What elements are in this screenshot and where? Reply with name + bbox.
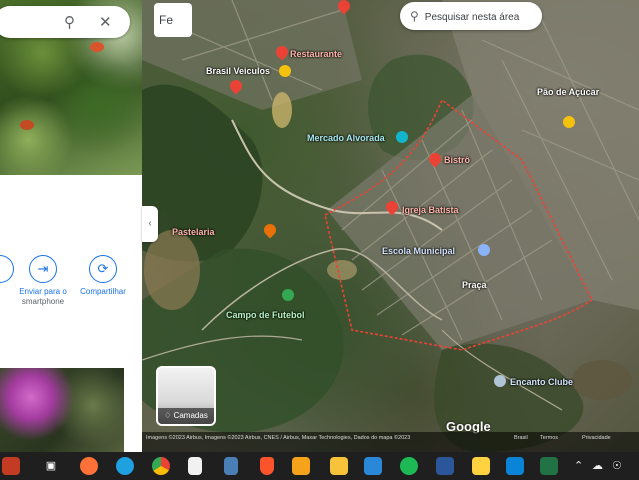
file-explorer-icon[interactable]	[330, 457, 348, 475]
soccer-field-pin[interactable]	[282, 289, 294, 301]
partial-action[interactable]: o	[0, 255, 14, 297]
chevron-left-icon: ‹	[148, 218, 152, 229]
paint-icon[interactable]	[292, 457, 310, 475]
flower-shape	[20, 120, 34, 130]
club-pin[interactable]	[494, 375, 506, 387]
flower-shape	[90, 42, 104, 52]
firefox-icon[interactable]	[80, 457, 98, 475]
spotify-icon[interactable]	[400, 457, 418, 475]
market-pin[interactable]	[396, 131, 408, 143]
screen: Restaurante Brasil Veiculos Mercado Alvo…	[0, 0, 639, 480]
map-attribution: Imagens ©2023 Airbus, Imagens ©2023 Airb…	[142, 432, 639, 452]
word-icon[interactable]	[436, 457, 454, 475]
send-to-phone-label2: smartphone	[21, 297, 65, 306]
attribution-text: Imagens ©2023 Airbus, Imagens ©2023 Airb…	[146, 435, 411, 441]
send-to-phone-icon: ⇥	[29, 255, 57, 283]
partial-action-label: o	[0, 287, 8, 297]
search-icon: ⚲	[410, 9, 419, 23]
close-icon[interactable]: ✕	[99, 13, 112, 31]
excel-icon[interactable]	[540, 457, 558, 475]
school-pin[interactable]	[478, 244, 490, 256]
chevron-up-icon[interactable]: ⌃	[574, 459, 583, 472]
partial-action-icon	[0, 255, 14, 283]
supermarket-pin[interactable]	[563, 116, 575, 128]
place-panel: ⚲ ✕ o ⇥ Enviar para o smartphone ⟳ Compa…	[0, 0, 142, 452]
map-label-brasil-veiculos: Brasil Veiculos	[206, 66, 271, 76]
send-to-phone-button[interactable]: ⇥ Enviar para o smartphone	[14, 255, 72, 307]
search-this-area-label: Pesquisar nesta área	[424, 12, 520, 23]
notepad-icon[interactable]	[188, 457, 202, 475]
map-filter-chip[interactable]: Fe	[154, 3, 192, 37]
send-to-phone-label: Enviar para o	[19, 287, 67, 296]
sticky-notes-icon[interactable]	[472, 457, 490, 475]
mail-icon[interactable]	[364, 457, 382, 475]
start-icon[interactable]	[2, 457, 20, 475]
map-label-igreja: Igreja Batista	[402, 205, 459, 215]
share-button[interactable]: ⟳ Compartilhar	[74, 255, 132, 297]
layers-label: ♢ Camadas	[158, 408, 214, 424]
search-icon[interactable]: ⚲	[64, 13, 75, 31]
layers-icon: ♢	[164, 411, 172, 420]
volume-icon[interactable]: ☉	[612, 459, 622, 472]
attribution-termos[interactable]: Termos	[540, 434, 558, 442]
search-box[interactable]: ⚲ ✕	[0, 6, 130, 38]
map-label-pao-de-acucar: Pão de Açúcar	[537, 87, 600, 97]
share-label: Compartilhar	[80, 287, 126, 296]
place-actions: o ⇥ Enviar para o smartphone ⟳ Compartil…	[0, 255, 142, 325]
map-label-restaurante: Restaurante	[290, 49, 343, 59]
map-label-campo: Campo de Futebol	[226, 310, 305, 320]
attribution-brasil[interactable]: Brasil	[514, 434, 528, 442]
layers-button[interactable]: ♢ Camadas	[156, 366, 216, 426]
map-label-pastelaria: Pastelaria	[172, 227, 215, 237]
map-label-encanto-clube: Encanto Clube	[510, 377, 574, 387]
map-label-mercado: Mercado Alvorada	[307, 133, 385, 143]
map-label-bistro: Bistrô	[444, 155, 471, 165]
layers-text: Camadas	[173, 411, 208, 420]
share-icon: ⟳	[89, 255, 117, 283]
taskbar: ▣ ⌃ ☁ ☉	[0, 452, 639, 480]
satellite-map[interactable]: Restaurante Brasil Veiculos Mercado Alvo…	[142, 0, 639, 452]
map-filter-label: Fe	[159, 13, 174, 27]
search-this-area-button[interactable]: ⚲ Pesquisar nesta área	[400, 2, 542, 30]
cloud-icon[interactable]: ☁	[592, 459, 603, 472]
edge-icon[interactable]	[116, 457, 134, 475]
car-dealer-pin[interactable]	[279, 65, 291, 77]
task-view-icon[interactable]: ▣	[42, 457, 60, 475]
brave-icon[interactable]	[260, 457, 274, 475]
map-label-escola: Escola Municipal	[382, 246, 456, 256]
map-label-praca: Praça	[462, 280, 487, 290]
photos-icon[interactable]	[506, 457, 524, 475]
attribution-privacidade[interactable]: Privacidade	[582, 434, 611, 442]
chrome-icon[interactable]	[152, 457, 170, 475]
calculator-icon[interactable]	[224, 457, 238, 475]
place-photo-thumbnail[interactable]	[0, 368, 124, 452]
collapse-panel-button[interactable]: ‹	[142, 206, 158, 242]
